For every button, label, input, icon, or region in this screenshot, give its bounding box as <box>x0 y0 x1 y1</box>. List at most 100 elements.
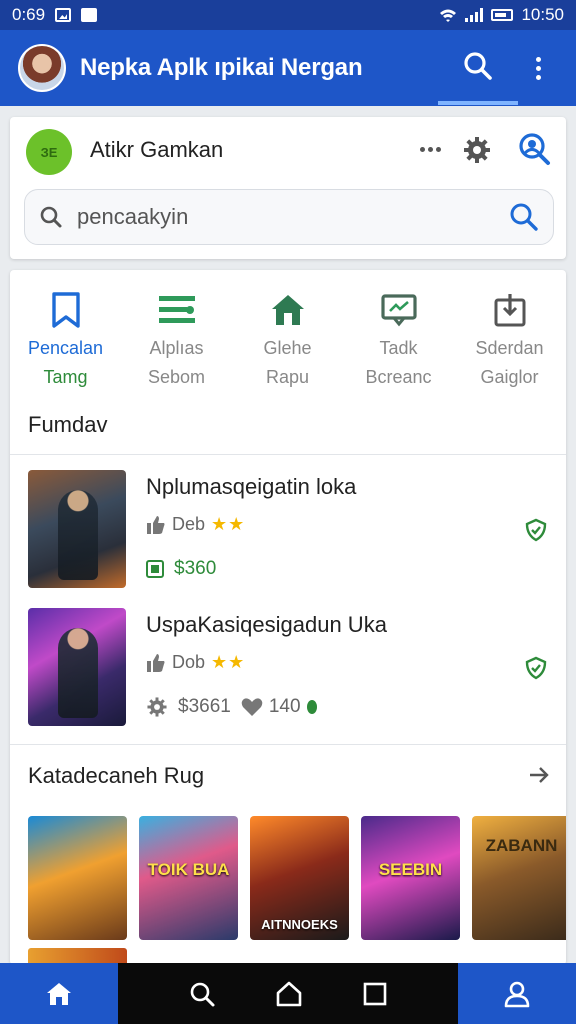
check-shield-icon <box>525 518 547 542</box>
signal-icon <box>465 8 484 22</box>
wifi-icon <box>440 9 457 22</box>
rating-stars: ★★ <box>211 652 246 672</box>
category-label: Tadk <box>379 338 418 358</box>
category-label: Glehe <box>263 338 312 358</box>
tab-category-1[interactable]: Pencalan Tamg <box>10 290 121 400</box>
home-icon <box>47 982 71 1005</box>
app-header-card: ЗЕ Atikr Gamkan pencaakyin <box>10 117 566 259</box>
game-card[interactable] <box>28 816 127 940</box>
game-label: SEEBIN <box>378 860 443 879</box>
game-label: AITNNOEKS <box>261 917 338 932</box>
category-sublabel: Tamg <box>43 367 88 387</box>
list-item[interactable]: UspaKasiqesigadun Uka Dob ★★ $3661 140 <box>28 608 548 728</box>
price-row: $3661 140 <box>146 696 317 718</box>
app-title: Nplumasqeigatin loka <box>146 474 357 499</box>
category-sublabel: Gaiglor <box>480 367 539 387</box>
system-nav <box>118 963 458 1024</box>
installed-status-button[interactable] <box>524 518 548 547</box>
app-price: $3661 <box>178 696 231 717</box>
download-icon <box>494 294 525 327</box>
rating-row: Deb ★★ <box>146 514 245 535</box>
avatar[interactable] <box>18 44 66 92</box>
category-label: Sderdan <box>475 338 544 358</box>
square-icon[interactable] <box>362 981 388 1007</box>
thumbs-up-icon <box>147 515 165 534</box>
status-dot-icon <box>306 700 317 714</box>
category-sublabel: Rapu <box>265 367 310 387</box>
check-shield-icon <box>525 656 547 680</box>
game-card[interactable]: SEEBIN <box>361 816 460 940</box>
bookmark-icon <box>51 292 80 328</box>
section-title-games: Katadecaneh Rug <box>28 763 205 788</box>
nav-profile-button[interactable] <box>458 963 576 1024</box>
battery-icon <box>491 9 514 21</box>
likes-count: 140 <box>268 696 301 717</box>
tab-category-3[interactable]: Glehe Rapu <box>232 290 343 400</box>
likes: 140 <box>241 696 317 718</box>
rating-label: Dob <box>172 652 206 672</box>
message-notification-icon <box>81 8 98 22</box>
gear-icon <box>464 137 490 163</box>
rating-label: Deb <box>172 514 206 534</box>
app-title: UspaKasiqesigadun Uka <box>146 612 387 637</box>
bottom-navigation <box>0 963 576 1024</box>
app-bar: Nepka Aplk ıpikai Nergan <box>0 30 576 106</box>
category-tabs: Pencalan Tamg Alplıas Sebom Glehe Rapu T… <box>10 290 566 400</box>
section-title-featured: Fumdav <box>28 412 108 437</box>
app-thumbnail <box>28 470 126 588</box>
search-input[interactable]: pencaakyin <box>24 189 554 245</box>
status-bar: 0:69 10:50 <box>0 0 576 30</box>
tab-category-4[interactable]: Tadk Bcreanc <box>343 290 454 400</box>
status-time-right: 10:50 <box>521 5 564 24</box>
divider <box>10 454 566 455</box>
category-label: Pencalan <box>27 338 104 358</box>
user-icon <box>504 981 530 1007</box>
game-card[interactable]: AITNNOEKS <box>250 816 349 940</box>
app-price: $360 <box>174 558 217 579</box>
home-outline-icon[interactable] <box>275 980 303 1008</box>
app-name: Atikr Gamkan <box>90 137 224 162</box>
search-input-text: pencaakyin <box>77 204 189 229</box>
game-card[interactable]: TOIK BUA <box>139 816 238 940</box>
search-button[interactable] <box>438 31 518 105</box>
nav-home-button[interactable] <box>0 963 118 1024</box>
search-icon[interactable] <box>188 980 216 1008</box>
price-row: $360 <box>146 558 216 580</box>
tab-category-5[interactable]: Sderdan Gaiglor <box>454 290 565 400</box>
games-carousel: TOIK BUA AITNNOEKS SEEBIN ZABANN <box>28 816 566 940</box>
page-title: Nepka Aplk ıpikai Nergan <box>80 54 363 81</box>
list-item[interactable]: Nplumasqeigatin loka Deb ★★ $360 <box>28 470 548 590</box>
game-label: ZABANN <box>485 836 558 855</box>
category-sublabel: Sebom <box>147 367 206 387</box>
list-icon <box>158 296 195 323</box>
status-time-left: 0:69 <box>12 5 46 24</box>
game-card[interactable]: ZABANN <box>472 816 566 940</box>
content-card: Pencalan Tamg Alplıas Sebom Glehe Rapu T… <box>10 270 566 965</box>
monitor-icon <box>380 294 417 327</box>
app-thumbnail <box>28 608 126 726</box>
category-label: Alplıas <box>149 338 204 358</box>
installed-status-button[interactable] <box>524 656 548 685</box>
search-icon <box>464 52 492 80</box>
category-sublabel: Bcreanc <box>365 367 432 387</box>
search-icon <box>40 206 62 228</box>
overflow-menu-button[interactable] <box>518 56 558 80</box>
image-notification-icon <box>55 8 72 22</box>
thumbs-up-icon <box>147 653 165 672</box>
settings-button[interactable] <box>462 135 492 170</box>
app-logo: ЗЕ <box>26 129 72 175</box>
tab-category-2[interactable]: Alplıas Sebom <box>121 290 232 400</box>
rating-row: Dob ★★ <box>146 652 245 673</box>
see-all-button[interactable] <box>528 764 550 791</box>
search-submit-icon[interactable] <box>509 202 539 232</box>
house-icon <box>271 295 304 325</box>
arrow-right-icon <box>530 767 549 783</box>
divider <box>10 744 566 745</box>
gear-icon <box>147 697 167 717</box>
profile-search-button[interactable] <box>516 131 552 172</box>
more-icon[interactable] <box>420 147 441 152</box>
price-tag-icon <box>146 560 164 578</box>
heart-icon <box>241 698 263 716</box>
game-label: TOIK BUA <box>147 860 230 879</box>
user-search-icon <box>519 133 550 165</box>
